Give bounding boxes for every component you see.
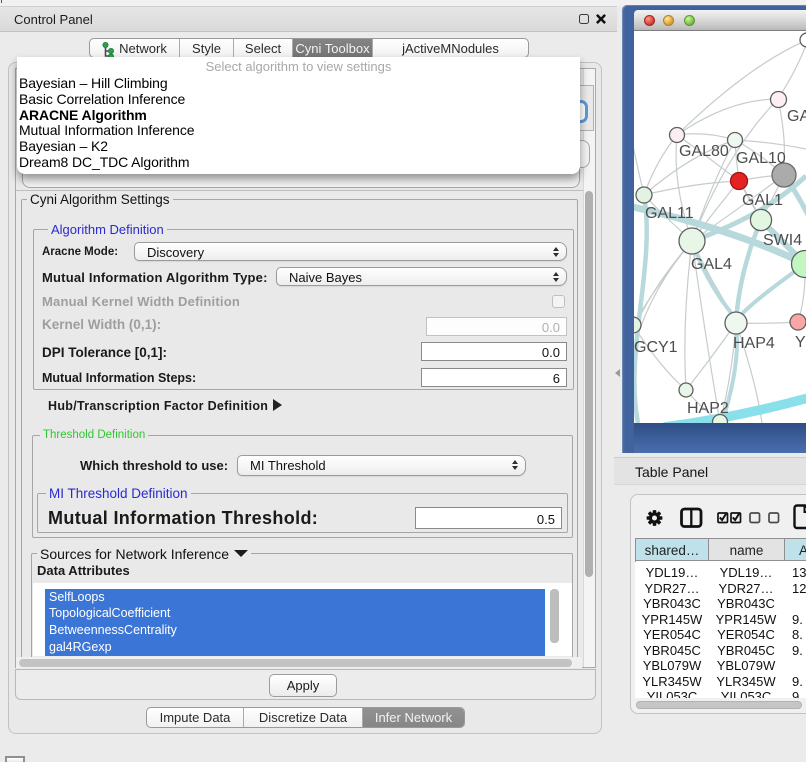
svg-text:GCY1: GCY1	[634, 339, 678, 356]
svg-text:HAP2: HAP2	[687, 400, 729, 417]
svg-text:GAL4: GAL4	[691, 256, 732, 273]
svg-text:Y: Y	[795, 334, 806, 351]
svg-text:GAL11: GAL11	[645, 205, 694, 222]
svg-text:GAL10: GAL10	[736, 150, 786, 167]
svg-text:SWI4: SWI4	[763, 232, 802, 249]
svg-text:GAL80: GAL80	[679, 143, 729, 160]
svg-text:HAP4: HAP4	[733, 335, 775, 352]
svg-text:GAL: GAL	[787, 108, 806, 125]
svg-text:GAL1: GAL1	[742, 192, 783, 209]
